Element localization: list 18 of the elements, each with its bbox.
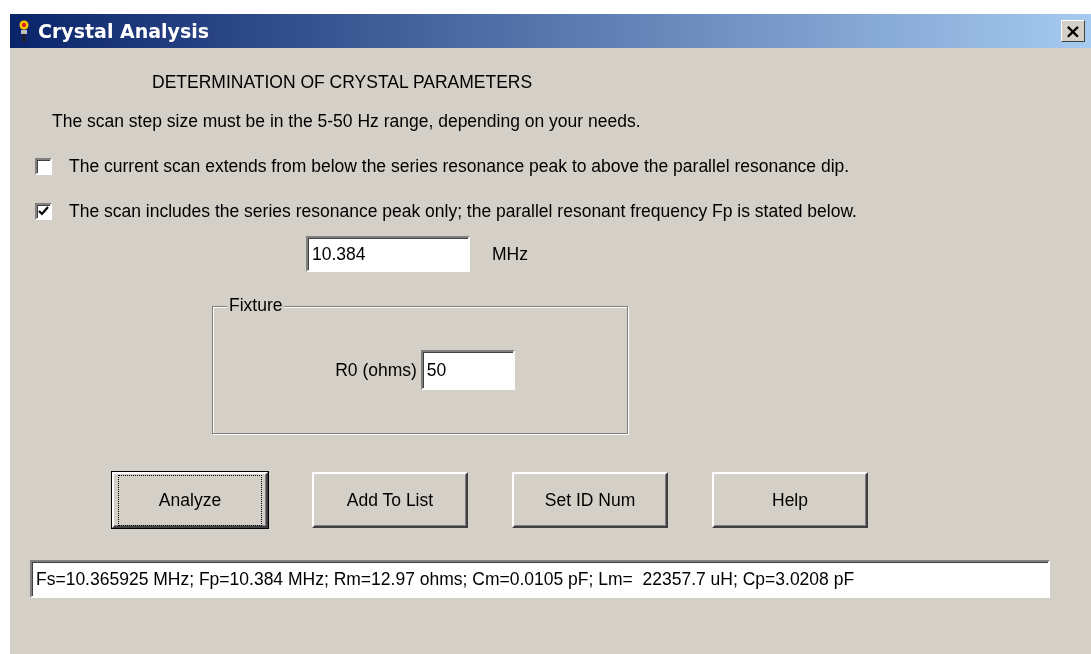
dialog-button[interactable]: Analyze — [112, 472, 268, 528]
frequency-field[interactable]: 10.384 — [306, 236, 470, 272]
resistance-field[interactable]: 50 — [420, 350, 515, 390]
resistance-label: R0 (ohms) — [335, 359, 417, 381]
instruction-text: The scan step size must be in the 5-50 Hz range, depending on your needs. — [52, 111, 642, 132]
checkbox-label[interactable]: The current scan extends from below the series resonance peak to above the parallel resonance dip. — [69, 156, 850, 177]
dialog-button[interactable]: Set ID Num — [512, 472, 668, 528]
dialog-button[interactable]: Help — [712, 472, 868, 528]
window-title: Crystal Analysis — [38, 20, 211, 42]
checkbox[interactable] — [35, 203, 52, 220]
heading: DETERMINATION OF CRYSTAL PARAMETERS — [152, 72, 534, 93]
unit-label: MHz — [492, 243, 528, 265]
dialog-button[interactable]: Add To List — [312, 472, 468, 528]
result-field[interactable]: Fs=10.365925 MHz; Fp=10.384 MHz; Rm=12.97 ohms; Cm=0.0105 pF; Lm= 22357.7 uH; Cp=3.0208 pF — [30, 560, 1050, 598]
close-button[interactable]: × — [1061, 20, 1085, 42]
checkbox-label[interactable]: The scan includes the series resonance peak only; the parallel resonant frequency Fp is stated below. — [69, 201, 857, 222]
checkbox[interactable] — [35, 158, 52, 175]
torch-icon — [18, 20, 30, 42]
